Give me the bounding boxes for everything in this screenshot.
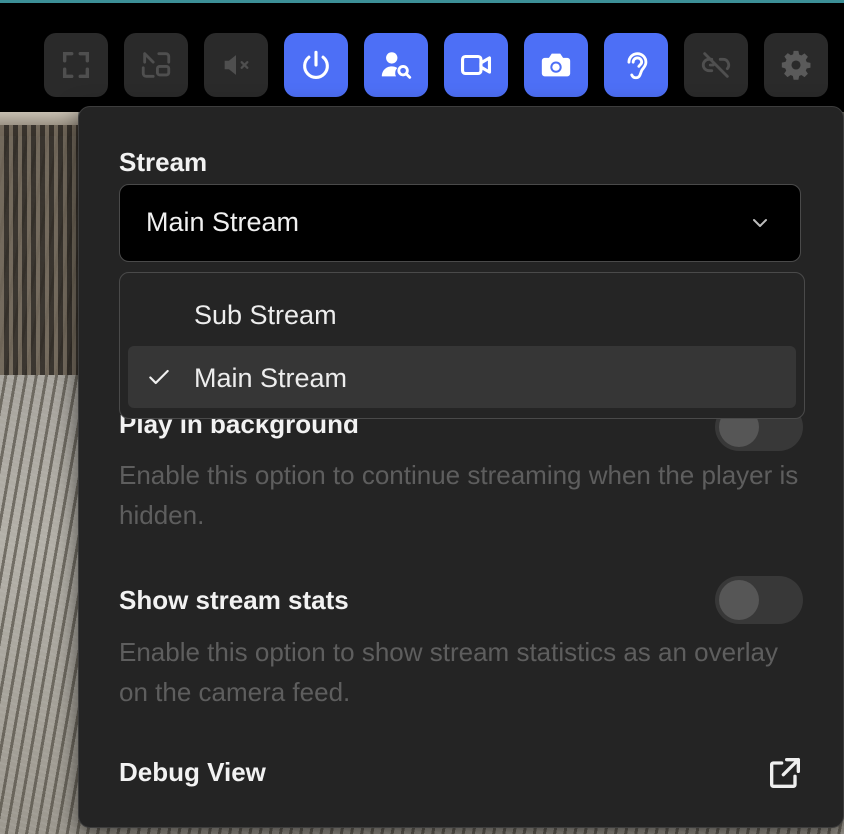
link-off-icon — [701, 52, 731, 78]
snapshot-button[interactable] — [524, 33, 588, 97]
checkmark-icon — [149, 369, 169, 385]
stream-option-label: Main Stream — [194, 363, 348, 393]
listen-button[interactable] — [604, 33, 668, 97]
stream-label: Stream — [119, 147, 208, 177]
stream-select[interactable]: Main Stream — [119, 184, 801, 262]
person-search-icon — [381, 52, 412, 79]
show-stream-stats-title: Show stream stats — [119, 585, 349, 615]
pip-button[interactable] — [124, 33, 188, 97]
fullscreen-button[interactable] — [44, 33, 108, 97]
stream-dropdown-menu: Sub Stream Main Stream — [119, 272, 805, 419]
stream-option-sub[interactable]: Sub Stream — [128, 283, 796, 345]
settings-button[interactable] — [764, 33, 828, 97]
stream-option-label: Sub Stream — [194, 300, 337, 330]
stream-option-main[interactable]: Main Stream — [128, 346, 796, 408]
toggle-knob — [719, 580, 759, 620]
external-link-icon[interactable] — [765, 753, 805, 793]
debug-view-title[interactable]: Debug View — [119, 757, 266, 788]
player-toolbar — [0, 0, 844, 112]
settings-panel: Stream Main Stream Play in background En… — [78, 106, 844, 828]
mute-button[interactable] — [204, 33, 268, 97]
gear-icon — [781, 50, 811, 80]
stream-select-value: Main Stream — [146, 207, 300, 237]
record-button[interactable] — [444, 33, 508, 97]
chevron-down-icon — [753, 219, 767, 227]
speaker-muted-icon — [224, 55, 249, 75]
power-icon — [303, 50, 329, 79]
picture-in-picture-icon — [141, 52, 171, 78]
unlink-button[interactable] — [684, 33, 748, 97]
video-camera-icon — [460, 54, 492, 76]
show-stream-stats-toggle[interactable] — [715, 576, 803, 624]
person-search-button[interactable] — [364, 33, 428, 97]
power-button[interactable] — [284, 33, 348, 97]
fullscreen-icon — [62, 51, 90, 79]
camera-icon — [541, 53, 571, 77]
play-in-background-description: Enable this option to continue streaming… — [119, 460, 799, 530]
camera-feed-fence — [0, 125, 78, 375]
ear-icon — [627, 52, 648, 80]
show-stream-stats-description: Enable this option to show stream statis… — [119, 637, 778, 707]
